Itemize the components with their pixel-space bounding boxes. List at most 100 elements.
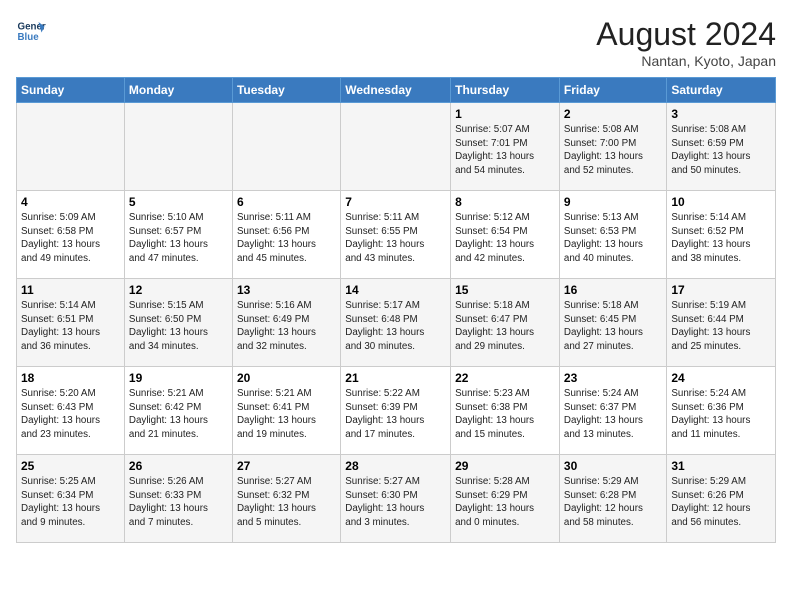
- day-number: 1: [455, 107, 555, 121]
- calendar-cell: 14Sunrise: 5:17 AM Sunset: 6:48 PM Dayli…: [341, 279, 451, 367]
- day-header-wednesday: Wednesday: [341, 78, 451, 103]
- day-info: Sunrise: 5:14 AM Sunset: 6:52 PM Dayligh…: [671, 211, 771, 266]
- calendar-cell: 7 Sunrise: 5:11 AM Sunset: 6:55 PM Daylig…: [341, 191, 451, 279]
- day-number: 30: [564, 459, 662, 473]
- calendar-cell: 12Sunrise: 5:15 AM Sunset: 6:50 PM Dayli…: [124, 279, 232, 367]
- day-info: Sunrise: 5:09 AM Sunset: 6:58 PM Dayligh…: [21, 211, 120, 266]
- calendar-cell: [124, 103, 232, 191]
- day-number: 16: [564, 283, 662, 297]
- calendar-cell: 21 Sunrise: 5:22 AM Sunset: 6:39 PM Dayli…: [341, 367, 451, 455]
- day-number: 25: [21, 459, 120, 473]
- day-info: Sunrise: 5:20 AM Sunset: 6:43 PM Dayligh…: [21, 387, 120, 442]
- day-info: Sunrise: 5:08 AM Sunset: 6:59 PM Dayligh…: [671, 123, 771, 178]
- day-number: 9: [564, 195, 662, 209]
- day-info: Sunrise: 5:24 AM Sunset: 6:36 PM Dayligh…: [671, 387, 771, 442]
- calendar-cell: 4 Sunrise: 5:09 AM Sunset: 6:58 PM Daylig…: [17, 191, 125, 279]
- calendar-week-row: 25 Sunrise: 5:25 AM Sunset: 6:34 PM Dayli…: [17, 455, 776, 543]
- calendar-cell: 2 Sunrise: 5:08 AM Sunset: 7:00 PM Daylig…: [559, 103, 666, 191]
- day-info: Sunrise: 5:16 AM Sunset: 6:49 PM Dayligh…: [237, 299, 336, 354]
- day-number: 6: [237, 195, 336, 209]
- day-number: 26: [129, 459, 228, 473]
- day-number: 15: [455, 283, 555, 297]
- day-info: Sunrise: 5:08 AM Sunset: 7:00 PM Dayligh…: [564, 123, 662, 178]
- logo-icon: General Blue: [16, 16, 46, 46]
- calendar-cell: 13Sunrise: 5:16 AM Sunset: 6:49 PM Dayli…: [232, 279, 340, 367]
- day-info: Sunrise: 5:10 AM Sunset: 6:57 PM Dayligh…: [129, 211, 228, 266]
- day-number: 22: [455, 371, 555, 385]
- day-info: Sunrise: 5:29 AM Sunset: 6:28 PM Dayligh…: [564, 475, 662, 530]
- day-number: 4: [21, 195, 120, 209]
- day-info: Sunrise: 5:22 AM Sunset: 6:39 PM Dayligh…: [345, 387, 446, 442]
- calendar-cell: 28 Sunrise: 5:27 AM Sunset: 6:30 PM Dayli…: [341, 455, 451, 543]
- day-info: Sunrise: 5:27 AM Sunset: 6:30 PM Dayligh…: [345, 475, 446, 530]
- day-header-saturday: Saturday: [667, 78, 776, 103]
- calendar-table: SundayMondayTuesdayWednesdayThursdayFrid…: [16, 77, 776, 543]
- calendar-week-row: 18 Sunrise: 5:20 AM Sunset: 6:43 PM Dayli…: [17, 367, 776, 455]
- calendar-cell: 31Sunrise: 5:29 AM Sunset: 6:26 PM Dayli…: [667, 455, 776, 543]
- calendar-cell: 27 Sunrise: 5:27 AM Sunset: 6:32 PM Dayli…: [232, 455, 340, 543]
- calendar-cell: 26Sunrise: 5:26 AM Sunset: 6:33 PM Dayli…: [124, 455, 232, 543]
- day-number: 8: [455, 195, 555, 209]
- day-info: Sunrise: 5:11 AM Sunset: 6:56 PM Dayligh…: [237, 211, 336, 266]
- calendar-cell: 17Sunrise: 5:19 AM Sunset: 6:44 PM Dayli…: [667, 279, 776, 367]
- day-info: Sunrise: 5:11 AM Sunset: 6:55 PM Dayligh…: [345, 211, 446, 266]
- day-number: 28: [345, 459, 446, 473]
- title-block: August 2024 Nantan, Kyoto, Japan: [596, 16, 776, 69]
- day-info: Sunrise: 5:25 AM Sunset: 6:34 PM Dayligh…: [21, 475, 120, 530]
- day-number: 2: [564, 107, 662, 121]
- svg-text:Blue: Blue: [18, 32, 40, 43]
- day-info: Sunrise: 5:19 AM Sunset: 6:44 PM Dayligh…: [671, 299, 771, 354]
- calendar-cell: 8Sunrise: 5:12 AM Sunset: 6:54 PM Daylig…: [451, 191, 560, 279]
- calendar-cell: 25 Sunrise: 5:25 AM Sunset: 6:34 PM Dayli…: [17, 455, 125, 543]
- day-number: 12: [129, 283, 228, 297]
- day-header-sunday: Sunday: [17, 78, 125, 103]
- calendar-cell: 18 Sunrise: 5:20 AM Sunset: 6:43 PM Dayli…: [17, 367, 125, 455]
- page-header: General Blue August 2024 Nantan, Kyoto, …: [16, 16, 776, 69]
- day-info: Sunrise: 5:21 AM Sunset: 6:42 PM Dayligh…: [129, 387, 228, 442]
- calendar-cell: 29Sunrise: 5:28 AM Sunset: 6:29 PM Dayli…: [451, 455, 560, 543]
- day-info: Sunrise: 5:24 AM Sunset: 6:37 PM Dayligh…: [564, 387, 662, 442]
- calendar-cell: [341, 103, 451, 191]
- calendar-cell: 6 Sunrise: 5:11 AM Sunset: 6:56 PM Daylig…: [232, 191, 340, 279]
- day-number: 21: [345, 371, 446, 385]
- day-number: 18: [21, 371, 120, 385]
- day-number: 11: [21, 283, 120, 297]
- day-number: 7: [345, 195, 446, 209]
- day-info: Sunrise: 5:28 AM Sunset: 6:29 PM Dayligh…: [455, 475, 555, 530]
- calendar-cell: 11 Sunrise: 5:14 AM Sunset: 6:51 PM Dayli…: [17, 279, 125, 367]
- day-number: 24: [671, 371, 771, 385]
- day-number: 3: [671, 107, 771, 121]
- day-header-thursday: Thursday: [451, 78, 560, 103]
- day-header-friday: Friday: [559, 78, 666, 103]
- day-number: 31: [671, 459, 771, 473]
- day-number: 5: [129, 195, 228, 209]
- day-number: 10: [671, 195, 771, 209]
- day-info: Sunrise: 5:18 AM Sunset: 6:45 PM Dayligh…: [564, 299, 662, 354]
- day-header-tuesday: Tuesday: [232, 78, 340, 103]
- calendar-week-row: 1Sunrise: 5:07 AM Sunset: 7:01 PM Daylig…: [17, 103, 776, 191]
- calendar-week-row: 11 Sunrise: 5:14 AM Sunset: 6:51 PM Dayli…: [17, 279, 776, 367]
- calendar-cell: 23Sunrise: 5:24 AM Sunset: 6:37 PM Dayli…: [559, 367, 666, 455]
- day-number: 27: [237, 459, 336, 473]
- day-info: Sunrise: 5:27 AM Sunset: 6:32 PM Dayligh…: [237, 475, 336, 530]
- day-info: Sunrise: 5:17 AM Sunset: 6:48 PM Dayligh…: [345, 299, 446, 354]
- calendar-cell: 24 Sunrise: 5:24 AM Sunset: 6:36 PM Dayli…: [667, 367, 776, 455]
- day-info: Sunrise: 5:23 AM Sunset: 6:38 PM Dayligh…: [455, 387, 555, 442]
- calendar-title: August 2024: [596, 16, 776, 53]
- calendar-week-row: 4 Sunrise: 5:09 AM Sunset: 6:58 PM Daylig…: [17, 191, 776, 279]
- calendar-cell: 30 Sunrise: 5:29 AM Sunset: 6:28 PM Dayli…: [559, 455, 666, 543]
- calendar-cell: 9 Sunrise: 5:13 AM Sunset: 6:53 PM Daylig…: [559, 191, 666, 279]
- day-info: Sunrise: 5:13 AM Sunset: 6:53 PM Dayligh…: [564, 211, 662, 266]
- calendar-cell: [17, 103, 125, 191]
- day-info: Sunrise: 5:14 AM Sunset: 6:51 PM Dayligh…: [21, 299, 120, 354]
- calendar-header-row: SundayMondayTuesdayWednesdayThursdayFrid…: [17, 78, 776, 103]
- day-info: Sunrise: 5:18 AM Sunset: 6:47 PM Dayligh…: [455, 299, 555, 354]
- calendar-cell: 20Sunrise: 5:21 AM Sunset: 6:41 PM Dayli…: [232, 367, 340, 455]
- calendar-cell: 3 Sunrise: 5:08 AM Sunset: 6:59 PM Daylig…: [667, 103, 776, 191]
- calendar-cell: 5 Sunrise: 5:10 AM Sunset: 6:57 PM Daylig…: [124, 191, 232, 279]
- calendar-cell: 10 Sunrise: 5:14 AM Sunset: 6:52 PM Dayli…: [667, 191, 776, 279]
- calendar-cell: 22 Sunrise: 5:23 AM Sunset: 6:38 PM Dayli…: [451, 367, 560, 455]
- calendar-cell: 19Sunrise: 5:21 AM Sunset: 6:42 PM Dayli…: [124, 367, 232, 455]
- calendar-cell: 1Sunrise: 5:07 AM Sunset: 7:01 PM Daylig…: [451, 103, 560, 191]
- day-header-monday: Monday: [124, 78, 232, 103]
